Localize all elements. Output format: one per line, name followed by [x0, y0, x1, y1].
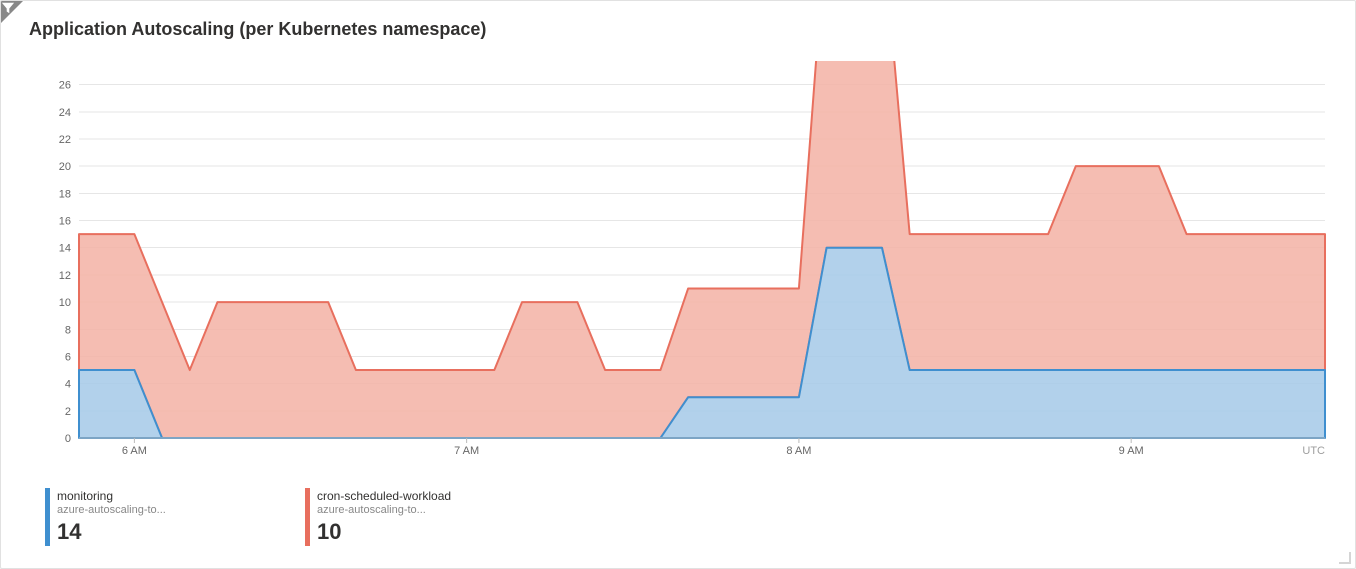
svg-text:UTC: UTC — [1302, 445, 1325, 457]
svg-text:10: 10 — [59, 297, 71, 309]
svg-text:20: 20 — [59, 161, 71, 173]
svg-text:22: 22 — [59, 134, 71, 146]
legend-swatch-icon — [45, 488, 50, 546]
svg-text:0: 0 — [65, 433, 71, 445]
svg-text:6: 6 — [65, 351, 71, 363]
svg-text:9 AM: 9 AM — [1119, 445, 1144, 457]
svg-text:18: 18 — [59, 188, 71, 200]
legend-item-cron[interactable]: cron-scheduled-workloadazure-autoscaling… — [305, 488, 455, 546]
svg-text:6 AM: 6 AM — [122, 445, 147, 457]
svg-text:7 AM: 7 AM — [454, 445, 479, 457]
chart-plot[interactable]: 024681012141618202224266 AM7 AM8 AM9 AMU… — [29, 61, 1335, 458]
svg-text:8 AM: 8 AM — [786, 445, 811, 457]
filter-icon[interactable] — [1, 1, 15, 15]
legend-series-name: cron-scheduled-workload — [317, 489, 451, 504]
svg-text:14: 14 — [59, 243, 71, 255]
svg-text:16: 16 — [59, 216, 71, 228]
svg-text:4: 4 — [65, 379, 71, 391]
legend-series-value: 14 — [57, 518, 166, 546]
legend-series-sub: azure-autoscaling-to... — [317, 504, 451, 518]
legend-series-value: 10 — [317, 518, 451, 546]
legend-series-name: monitoring — [57, 489, 166, 504]
legend-swatch-icon — [305, 488, 310, 546]
resize-handle-icon[interactable] — [1339, 552, 1351, 564]
svg-text:26: 26 — [59, 80, 71, 92]
chart-title: Application Autoscaling (per Kubernetes … — [29, 19, 486, 40]
svg-text:12: 12 — [59, 270, 71, 282]
svg-text:8: 8 — [65, 324, 71, 336]
legend-item-monitoring[interactable]: monitoringazure-autoscaling-to...14 — [45, 488, 195, 546]
chart-legend: monitoringazure-autoscaling-to...14cron-… — [45, 488, 1335, 546]
svg-text:24: 24 — [59, 107, 71, 119]
svg-text:2: 2 — [65, 406, 71, 418]
chart-card: Application Autoscaling (per Kubernetes … — [0, 0, 1356, 569]
legend-series-sub: azure-autoscaling-to... — [57, 504, 166, 518]
